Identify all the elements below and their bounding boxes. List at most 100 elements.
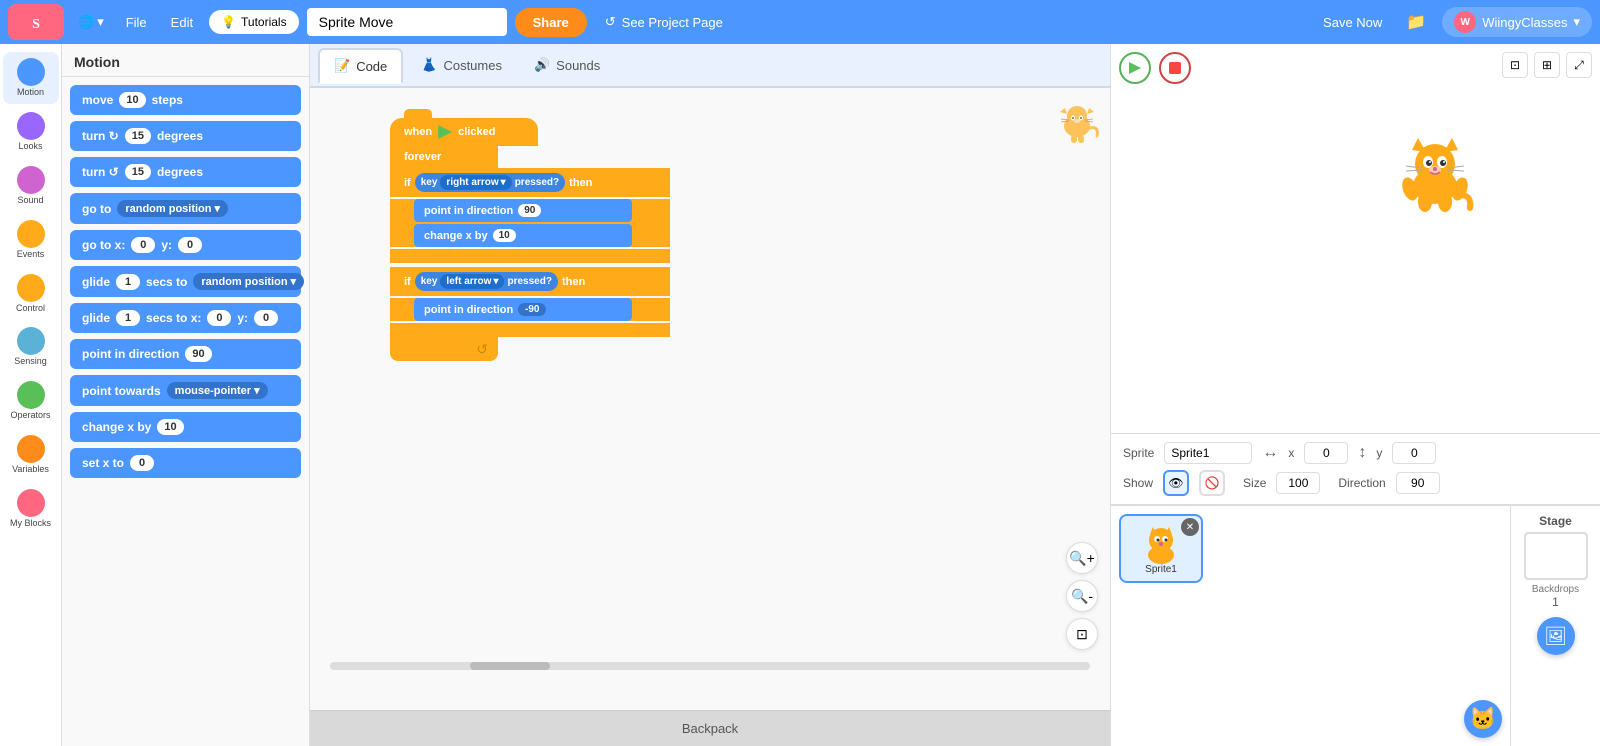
tutorials-btn[interactable]: 💡 Tutorials [209,10,299,34]
category-events[interactable]: Events [3,214,59,266]
if-block-1[interactable]: if key right arrow ▾ pressed? then [390,168,670,197]
move-value[interactable]: 10 [119,92,145,108]
forever-block[interactable]: forever [390,146,498,168]
category-variables[interactable]: Variables [3,429,59,481]
if-block-2[interactable]: if key left arrow ▾ pressed? then [390,267,670,296]
hat-block-when-clicked[interactable]: when clicked [390,118,670,146]
edit-menu[interactable]: Edit [163,11,201,34]
change-x-value[interactable]: 10 [157,419,183,435]
block-move-steps[interactable]: move 10 steps [70,85,301,115]
zoom-in-icon: 🔍+ [1069,550,1095,567]
language-selector[interactable]: 🌐 ▾ [72,10,110,34]
category-sensing[interactable]: Sensing [3,321,59,373]
show-visible-btn[interactable]: 👁 [1163,470,1189,496]
blocks-header: Motion [62,44,309,77]
add-sprite-btn[interactable]: 🐱 [1464,700,1502,738]
inner-point-direction-1[interactable]: point in direction 90 [414,199,632,222]
looks-label: Looks [18,142,42,152]
glide2-y[interactable]: 0 [254,310,278,326]
category-motion[interactable]: Motion [3,52,59,104]
h-scrollbar-thumb[interactable] [470,662,550,670]
zoom-reset-btn[interactable]: ⊡ [1066,618,1098,650]
category-looks[interactable]: Looks [3,106,59,158]
backpack-bar[interactable]: Backpack [310,710,1110,746]
variables-circle [17,435,45,463]
inner-change-x-1[interactable]: change x by 10 [414,224,632,247]
block-point-towards[interactable]: point towards mouse-pointer ▾ [70,375,301,406]
block-glide-random[interactable]: glide 1 secs to random position ▾ [70,266,301,297]
tab-sounds[interactable]: 🔊 Sounds [520,49,614,81]
sprite-thumb-sprite1[interactable]: ✕ Sprite1 [1119,514,1203,583]
share-button[interactable]: Share [515,8,587,37]
point-towards-dropdown[interactable]: mouse-pointer ▾ [167,382,268,399]
set-x-value[interactable]: 0 [130,455,154,471]
zoom-in-btn[interactable]: 🔍+ [1066,542,1098,574]
sprite-list-area: ✕ Sprite1 [1111,506,1510,746]
block-change-x[interactable]: change x by 10 [70,412,301,442]
tab-code[interactable]: 📝 Code [318,48,403,84]
x-coord-input[interactable] [1304,442,1348,464]
save-now-btn[interactable]: Save Now [1315,11,1390,34]
block-goto-random[interactable]: go to random position ▾ [70,193,301,224]
goto-dropdown[interactable]: random position ▾ [117,200,228,217]
stage-fullscreen-btn[interactable]: ⤢ [1566,52,1592,78]
add-backdrop-btn[interactable]: 🖼 [1537,617,1575,655]
h-scrollbar[interactable] [310,662,1110,674]
goto-y-value[interactable]: 0 [178,237,202,253]
change-x-inner-value-1[interactable]: 10 [493,229,516,242]
sprite-name-input[interactable] [1164,442,1252,464]
sprite-delete-btn[interactable]: ✕ [1181,518,1199,536]
tab-costumes[interactable]: 👗 Costumes [407,49,516,81]
glide1-dropdown[interactable]: random position ▾ [193,273,304,290]
zoom-out-btn[interactable]: 🔍- [1066,580,1098,612]
category-sound[interactable]: Sound [3,160,59,212]
variables-label: Variables [12,465,49,475]
scratch-logo[interactable]: S [8,4,64,40]
clicked-label: clicked [458,126,495,138]
block-glide-xy[interactable]: glide 1 secs to x: 0 y: 0 [70,303,301,333]
point-dir-inner-value-1[interactable]: 90 [518,204,541,217]
point-dir-value[interactable]: 90 [185,346,211,362]
remix-icon: ↺ [605,14,616,30]
left-arrow-dropdown[interactable]: left arrow ▾ [440,274,504,289]
block-goto-xy[interactable]: go to x: 0 y: 0 [70,230,301,260]
block-point-direction[interactable]: point in direction 90 [70,339,301,369]
direction-input[interactable] [1396,472,1440,494]
x-coord-label: x [1288,446,1294,460]
category-operators[interactable]: Operators [3,375,59,427]
stage-normal-view-btn[interactable]: ⊡ [1502,52,1528,78]
stop-btn[interactable] [1159,52,1191,84]
operators-label: Operators [10,411,50,421]
user-menu[interactable]: W WiingyClasses ▾ [1442,7,1592,37]
block-set-x[interactable]: set x to 0 [70,448,301,478]
stage-mini-thumb[interactable] [1524,532,1588,580]
file-menu[interactable]: File [118,11,155,34]
block-turn-cw[interactable]: turn ↻ 15 degrees [70,121,301,151]
glide1-value[interactable]: 1 [116,274,140,290]
project-name-input[interactable] [307,8,507,36]
goto-x-value[interactable]: 0 [131,237,155,253]
see-project-page-btn[interactable]: ↺ See Project Page [595,8,733,36]
right-arrow-dropdown[interactable]: right arrow ▾ [440,175,511,190]
folder-icon[interactable]: 📁 [1398,8,1434,36]
category-myblocks[interactable]: My Blocks [3,483,59,535]
glide2-value[interactable]: 1 [116,310,140,326]
size-input[interactable] [1276,472,1320,494]
point-dir-inner-value-2[interactable]: -90 [518,303,546,316]
turn-cw-value[interactable]: 15 [125,128,151,144]
block-turn-ccw[interactable]: turn ↺ 15 degrees [70,157,301,187]
sensing-circle [17,327,45,355]
backpack-label: Backpack [682,721,738,736]
script-canvas[interactable]: when clicked forever if key right arro [310,88,1110,710]
turn-cw-degrees: degrees [157,129,203,143]
show-hidden-btn[interactable]: 🚫 [1199,470,1225,496]
inner-point-direction-2[interactable]: point in direction -90 [414,298,632,321]
stage-big-view-btn[interactable]: ⊞ [1534,52,1560,78]
looks-circle [17,112,45,140]
category-control[interactable]: Control [3,268,59,320]
green-flag-btn[interactable] [1119,52,1151,84]
turn-ccw-value[interactable]: 15 [125,164,151,180]
goto-y-label: y: [161,238,172,252]
y-coord-input[interactable] [1392,442,1436,464]
glide2-x[interactable]: 0 [207,310,231,326]
